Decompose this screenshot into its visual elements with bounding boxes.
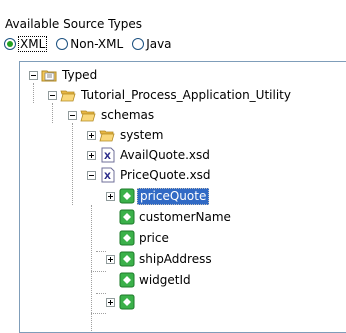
tree-node-typed[interactable]: Typed xyxy=(20,65,340,86)
tree-node-customername[interactable]: customerName xyxy=(20,207,340,228)
radio-button-icon[interactable] xyxy=(132,38,145,50)
tree-label: price xyxy=(139,231,169,245)
tree-node-pricequote-element[interactable]: priceQuote xyxy=(20,186,340,207)
tree-node-availquote[interactable]: X AvailQuote.xsd xyxy=(20,145,340,166)
tree-node-schemas[interactable]: schemas xyxy=(20,105,340,126)
tree-label: Tutorial_Process_Application_Utility xyxy=(81,88,291,102)
expand-icon[interactable] xyxy=(106,255,115,264)
tree-node-shipaddress[interactable]: shipAddress xyxy=(20,249,340,270)
tree-label: Typed xyxy=(62,68,98,82)
collapse-icon[interactable] xyxy=(68,111,77,120)
tree-label: AvailQuote.xsd xyxy=(120,148,210,162)
radio-non-xml-label: Non-XML xyxy=(70,37,124,51)
collapse-icon[interactable] xyxy=(29,71,38,80)
tree-label: shipAddress xyxy=(139,252,212,266)
tree-node-pricequote[interactable]: X PriceQuote.xsd xyxy=(20,165,340,186)
element-icon xyxy=(119,251,135,267)
element-icon xyxy=(119,294,135,310)
tree-node-project[interactable]: Tutorial_Process_Application_Utility xyxy=(20,85,346,106)
radio-non-xml[interactable]: Non-XML xyxy=(56,37,123,51)
expand-icon[interactable] xyxy=(106,192,115,201)
tree-node-system[interactable]: system xyxy=(20,125,340,146)
tree-node-price[interactable]: price xyxy=(20,228,340,249)
radio-java[interactable]: Java xyxy=(132,37,172,51)
source-tree[interactable]: Typed Tutorial_Process_Application_Utili… xyxy=(19,61,346,333)
tree-label: schemas xyxy=(101,108,155,122)
expand-icon[interactable] xyxy=(87,151,96,160)
collapse-icon[interactable] xyxy=(48,91,57,100)
xsd-file-icon: X xyxy=(101,147,115,163)
element-icon xyxy=(119,188,135,204)
expand-icon[interactable] xyxy=(87,131,96,140)
tree-label: PriceQuote.xsd xyxy=(120,168,211,182)
radio-button-icon[interactable] xyxy=(4,38,16,50)
element-icon xyxy=(119,272,135,288)
radio-xml-label: XML xyxy=(18,36,48,52)
open-folder-icon xyxy=(80,110,96,122)
tree-node-widgetid[interactable]: widgetId xyxy=(20,270,340,291)
tree-node-partial[interactable] xyxy=(20,292,340,313)
element-icon xyxy=(119,230,135,246)
collapse-icon[interactable] xyxy=(87,171,96,180)
radio-xml[interactable]: XML xyxy=(4,36,48,52)
radio-button-icon[interactable] xyxy=(56,38,69,50)
typed-folder-icon xyxy=(41,70,57,82)
open-folder-icon xyxy=(60,90,76,102)
source-type-radio-group: XML Non-XML Java xyxy=(4,35,181,53)
folder-icon xyxy=(99,130,115,142)
svg-text:X: X xyxy=(104,152,111,162)
tree-label: customerName xyxy=(139,210,231,224)
element-icon xyxy=(119,209,135,225)
tree-label: system xyxy=(120,128,164,142)
xsd-file-icon: X xyxy=(101,167,115,183)
source-types-title: Available Source Types xyxy=(5,17,142,31)
radio-java-label: Java xyxy=(146,37,172,51)
tree-label: widgetId xyxy=(139,273,191,287)
tree-label-selected: priceQuote xyxy=(137,188,210,205)
expand-icon[interactable] xyxy=(106,298,115,307)
svg-text:X: X xyxy=(104,172,111,182)
